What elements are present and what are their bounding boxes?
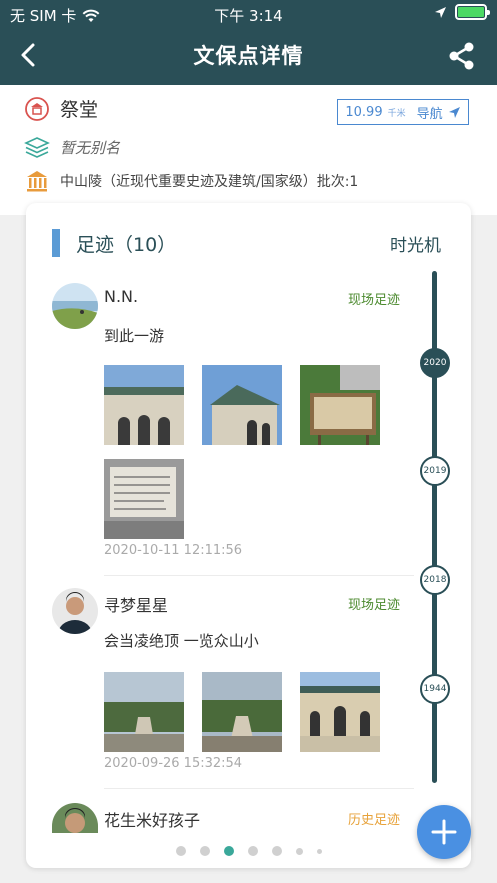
- post-photo[interactable]: [300, 672, 380, 752]
- page-dot-active[interactable]: [223, 846, 234, 856]
- post-type-badge: 现场足迹: [347, 598, 400, 613]
- post-photo[interactable]: [202, 365, 282, 445]
- post-photo[interactable]: [104, 365, 184, 445]
- distance-unit: 千米: [387, 108, 406, 119]
- page-indicator: [26, 846, 471, 856]
- add-footprint-button[interactable]: [417, 805, 471, 859]
- battery-icon: [455, 4, 490, 20]
- avatar[interactable]: [52, 588, 98, 634]
- user-name[interactable]: 花生米好孩子: [104, 807, 200, 831]
- page-dot[interactable]: [199, 846, 210, 856]
- avatar[interactable]: [52, 803, 98, 833]
- post-type-badge: 现场足迹: [347, 293, 400, 308]
- divider: [104, 575, 414, 576]
- user-name[interactable]: 寻梦星星: [104, 592, 168, 616]
- footprints-card: 足迹（10） 时光机 2020 2019 2018 1944 N.N. 现场足迹…: [26, 203, 471, 868]
- card-header: 足迹（10） 时光机: [26, 203, 471, 273]
- post-text: 会当凌绝顶 一览众山小: [104, 632, 259, 650]
- timeline-year-2019[interactable]: 2019: [420, 456, 450, 486]
- footprints-title: 足迹（10）: [76, 234, 177, 256]
- accent-bar: [52, 229, 60, 257]
- post-type-badge: 历史足迹: [347, 813, 400, 828]
- temple-badge-icon: [25, 96, 49, 121]
- page-dot[interactable]: [316, 848, 322, 854]
- post-photo[interactable]: [104, 459, 184, 539]
- alias-row: 暂无别名: [24, 135, 120, 159]
- post-text: 到此一游: [104, 327, 165, 345]
- layers-icon: [24, 137, 50, 158]
- heritage-row: 中山陵（近现代重要史迹及建筑/国家级）批次:1: [24, 169, 358, 193]
- distance-value: 10.99: [345, 104, 383, 120]
- heritage-site-info: 中山陵（近现代重要史迹及建筑/国家级）批次:1: [60, 174, 359, 190]
- divider: [104, 788, 414, 789]
- timeline-year-2018[interactable]: 2018: [420, 565, 450, 595]
- footprint-post: 寻梦星星 现场足迹 会当凌绝顶 一览众山小 2020-09-26 15:32:5…: [52, 588, 416, 789]
- post-photo[interactable]: [104, 672, 184, 752]
- user-name[interactable]: N.N.: [104, 287, 138, 306]
- footprint-post: N.N. 现场足迹 到此一游 2020-10-11 12:11:56: [52, 283, 416, 576]
- site-info: 祭堂 暂无别名 中山陵（近现代重要史迹及建筑/国家级）批次:1 10.99 千米…: [0, 85, 497, 215]
- plus-icon: [431, 819, 457, 845]
- navigate-button[interactable]: 10.99 千米 导航: [337, 99, 469, 125]
- post-timestamp: 2020-09-26 15:32:54: [104, 756, 243, 771]
- page-dot[interactable]: [271, 846, 282, 856]
- avatar[interactable]: [52, 283, 98, 329]
- post-photo[interactable]: [202, 672, 282, 752]
- navigate-label: 导航: [416, 106, 443, 122]
- post-timestamp: 2020-10-11 12:11:56: [104, 543, 243, 558]
- post-photo[interactable]: [300, 365, 380, 445]
- time-machine-link[interactable]: 时光机: [390, 231, 441, 256]
- name-row: 祭堂: [24, 95, 98, 122]
- page-dot[interactable]: [247, 846, 258, 856]
- timeline-year-1944[interactable]: 1944: [420, 674, 450, 704]
- timeline-year-2020[interactable]: 2020: [420, 348, 450, 378]
- museum-icon: [27, 171, 47, 192]
- top-bar: 无 SIM 卡 下午 3:14 文保点详情: [0, 0, 497, 85]
- footprint-post: 花生米好孩子 历史足迹: [52, 803, 416, 843]
- site-name: 祭堂: [60, 99, 99, 121]
- navigation-arrow-icon: [448, 106, 460, 118]
- status-bar: 无 SIM 卡 下午 3:14: [0, 0, 497, 28]
- page-title: 文保点详情: [193, 44, 304, 68]
- share-icon[interactable]: [447, 41, 477, 71]
- page-dot[interactable]: [295, 847, 303, 855]
- location-arrow-icon: [435, 6, 446, 18]
- status-right: [434, 4, 490, 20]
- site-alias: 暂无别名: [60, 138, 121, 157]
- status-time: 下午 3:14: [214, 7, 283, 25]
- page-dot[interactable]: [175, 846, 186, 856]
